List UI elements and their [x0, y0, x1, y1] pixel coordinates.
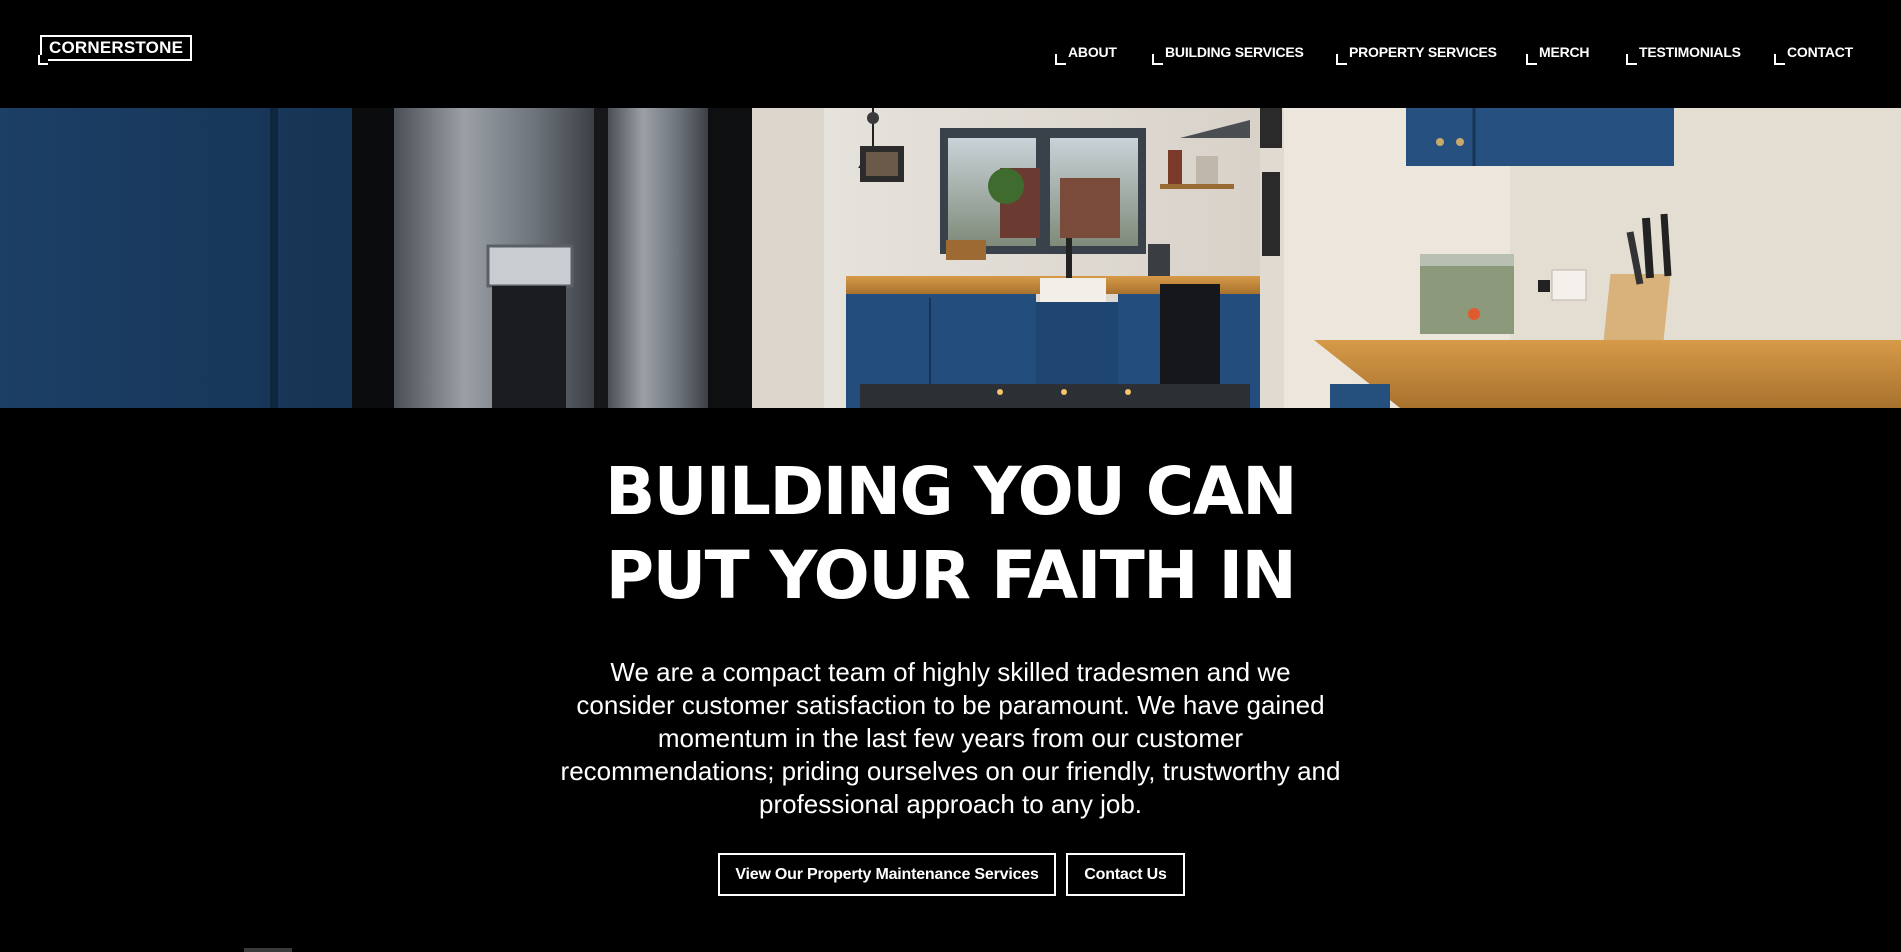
horizontal-scrollbar[interactable] [244, 948, 292, 952]
page-headline: BUILDING YOU CAN PUT YOUR FAITH IN [0, 450, 1901, 618]
bracket-icon [1626, 54, 1637, 65]
blue-door [0, 108, 352, 408]
nav-label: MERCH [1539, 44, 1590, 60]
bracket-icon [1336, 54, 1347, 65]
headline-line-1: BUILDING YOU CAN [604, 453, 1298, 530]
bracket-icon [1774, 54, 1785, 65]
nav-label: TESTIMONIALS [1639, 44, 1741, 60]
bracket-icon [1152, 54, 1163, 65]
main-nav: ABOUT BUILDING SERVICES PROPERTY SERVICE… [0, 0, 1901, 108]
bracket-icon [1526, 54, 1537, 65]
nav-label: BUILDING SERVICES [1165, 44, 1304, 60]
view-property-maintenance-services-button[interactable]: View Our Property Maintenance Services [718, 853, 1056, 896]
hero-kitchen-image [0, 108, 1901, 408]
right-worktop [1314, 340, 1901, 408]
nav-label: ABOUT [1068, 44, 1117, 60]
nav-label: CONTACT [1787, 44, 1853, 60]
nav-label: PROPERTY SERVICES [1349, 44, 1497, 60]
headline-line-2: PUT YOUR FAITH IN [605, 537, 1297, 614]
site-header: CORNERSTONE ABOUT BUILDING SERVICES PROP… [0, 0, 1901, 108]
kitchen-photo [0, 108, 1901, 408]
contact-us-button[interactable]: Contact Us [1066, 853, 1185, 896]
bracket-icon [1055, 54, 1066, 65]
intro-paragraph: We are a compact team of highly skilled … [560, 657, 1341, 819]
